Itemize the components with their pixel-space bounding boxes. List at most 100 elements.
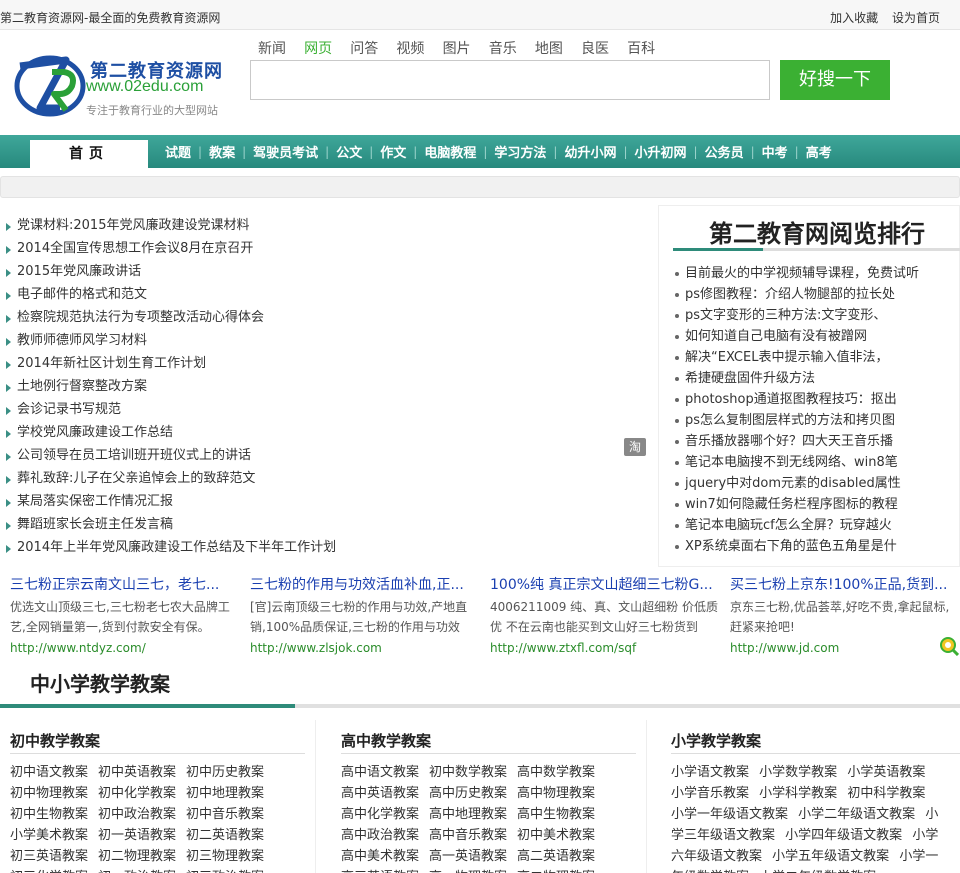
- article-link[interactable]: 公司领导在员工培训班开班仪式上的讲话: [0, 444, 380, 467]
- ad-url[interactable]: http://www.zlsjok.com: [250, 639, 480, 657]
- nav-item-primary-to-middle[interactable]: 小升初网: [628, 142, 694, 161]
- lesson-plan-link[interactable]: 初中物理教案: [10, 783, 88, 804]
- article-link[interactable]: 教师师德师风学习材料: [0, 329, 380, 352]
- search-tab-video[interactable]: 视频: [396, 38, 424, 58]
- nav-item-exams[interactable]: 试题: [158, 142, 198, 161]
- lesson-plan-link[interactable]: 初三化学教案: [10, 867, 88, 873]
- lesson-plan-link[interactable]: 初中历史教案: [186, 762, 264, 783]
- ad-url[interactable]: http://www.ztxfl.com/sqf: [490, 639, 720, 657]
- search-tab-images[interactable]: 图片: [443, 38, 471, 58]
- ranking-item[interactable]: 希捷硬盘固件升级方法: [673, 368, 955, 389]
- search-tab-news[interactable]: 新闻: [258, 38, 286, 58]
- lesson-plan-link[interactable]: 初一英语教案: [98, 825, 176, 846]
- ranking-item[interactable]: 笔记本电脑搜不到无线网络、win8笔: [673, 452, 955, 473]
- lesson-plan-link[interactable]: 高中物理教案: [517, 783, 595, 804]
- lesson-plan-link[interactable]: 高中语文教案: [341, 762, 419, 783]
- lesson-plan-link[interactable]: 高中生物教案: [517, 804, 595, 825]
- lesson-plan-link[interactable]: 小学五年级语文教案: [772, 849, 889, 864]
- lesson-plan-link[interactable]: 高中地理教案: [429, 804, 507, 825]
- ad-item[interactable]: 100%纯 真正宗文山超细三七粉G... 4006211009 纯、真、文山超细…: [490, 573, 720, 658]
- search-tab-web[interactable]: 网页: [304, 38, 332, 58]
- search-tab-wiki[interactable]: 百科: [627, 38, 655, 58]
- article-link[interactable]: 2014全国宣传思想工作会议8月在京召开: [0, 237, 380, 260]
- nav-item-lesson-plans[interactable]: 教案: [202, 142, 242, 161]
- lesson-plan-link[interactable]: 高三英语教案: [341, 867, 419, 873]
- lesson-plan-link[interactable]: 初中美术教案: [517, 825, 595, 846]
- ranking-item[interactable]: 解决“EXCEL表中提示输入值非法，: [673, 347, 955, 368]
- lesson-plan-link[interactable]: 初二英语教案: [186, 825, 264, 846]
- nav-item-study-methods[interactable]: 学习方法: [487, 142, 553, 161]
- site-logo[interactable]: 第二教育资源网 www.02edu.com 专注于教育行业的大型网站: [14, 52, 234, 122]
- ranking-item[interactable]: XP系统桌面右下角的蓝色五角星是什: [673, 536, 955, 557]
- lesson-plan-link[interactable]: 初中生物教案: [10, 804, 88, 825]
- lesson-plan-link[interactable]: 初中科学教案: [847, 786, 925, 801]
- lesson-plan-link[interactable]: 初中英语教案: [98, 762, 176, 783]
- column-title[interactable]: 初中教学教案: [10, 730, 305, 754]
- search-input[interactable]: [250, 60, 770, 100]
- nav-home[interactable]: 首页: [30, 140, 148, 168]
- search-tab-maps[interactable]: 地图: [535, 38, 563, 58]
- lesson-plan-link[interactable]: 小学四年级语文教案: [785, 828, 902, 843]
- lesson-plan-link[interactable]: 初三政治教案: [186, 867, 264, 873]
- taobao-icon[interactable]: 淘: [624, 438, 646, 456]
- ranking-item[interactable]: ps文字变形的三种方法:文字变形、: [673, 305, 955, 326]
- nav-item-kindergarten[interactable]: 幼升小网: [557, 142, 623, 161]
- lesson-plan-link[interactable]: 高中美术教案: [341, 846, 419, 867]
- ad-url[interactable]: http://www.jd.com: [730, 639, 960, 657]
- lesson-plan-link[interactable]: 高中数学教案: [517, 762, 595, 783]
- lesson-plan-link[interactable]: 初中化学教案: [98, 783, 176, 804]
- ranking-item[interactable]: photoshop通道抠图教程技巧：抠出: [673, 389, 955, 410]
- lesson-plan-link[interactable]: 高中英语教案: [341, 783, 419, 804]
- lesson-plan-link[interactable]: 初中音乐教案: [186, 804, 264, 825]
- article-link[interactable]: 2014年上半年党风廉政建设工作总结及下半年工作计划: [0, 536, 380, 559]
- lesson-plan-link[interactable]: 高二英语教案: [517, 846, 595, 867]
- lesson-plan-link[interactable]: 小学一年级语文教案: [671, 807, 788, 822]
- nav-item-driver-exam[interactable]: 驾驶员考试: [246, 142, 325, 161]
- lesson-plan-link[interactable]: 小学美术教案: [10, 825, 88, 846]
- search-tab-doctor[interactable]: 良医: [581, 38, 609, 58]
- search-badge-icon[interactable]: [939, 636, 959, 656]
- article-link[interactable]: 2014年新社区计划生育工作计划: [0, 352, 380, 375]
- ranking-item[interactable]: jquery中对dom元素的disabled属性: [673, 473, 955, 494]
- lesson-plan-link[interactable]: 初中政治教案: [98, 804, 176, 825]
- article-link[interactable]: 土地例行督察整改方案: [0, 375, 380, 398]
- ranking-item[interactable]: 音乐播放器哪个好？四大天王音乐播: [673, 431, 955, 452]
- column-title[interactable]: 高中教学教案: [341, 730, 636, 754]
- search-tab-music[interactable]: 音乐: [489, 38, 517, 58]
- lesson-plan-link[interactable]: 小学数学教案: [759, 765, 837, 780]
- lesson-plan-link[interactable]: 小学英语教案: [847, 765, 925, 780]
- lesson-plan-link[interactable]: 高中历史教案: [429, 783, 507, 804]
- ad-title[interactable]: 买三七粉上京东!100%正品,货到...: [730, 573, 960, 597]
- column-title[interactable]: 小学教学教案: [671, 730, 960, 754]
- nav-item-zhongkao[interactable]: 中考: [755, 142, 795, 161]
- nav-item-essays[interactable]: 作文: [373, 142, 413, 161]
- search-button[interactable]: 好搜一下: [780, 60, 890, 100]
- article-link[interactable]: 电子邮件的格式和范文: [0, 283, 380, 306]
- add-favorite-link[interactable]: 加入收藏: [830, 11, 878, 25]
- article-link[interactable]: 会诊记录书写规范: [0, 398, 380, 421]
- lesson-plan-link[interactable]: 小学科学教案: [759, 786, 837, 801]
- ad-url[interactable]: http://www.ntdyz.com/: [10, 639, 240, 657]
- article-link[interactable]: 学校党风廉政建设工作总结: [0, 421, 380, 444]
- lesson-plan-link[interactable]: 高二物理教案: [517, 867, 595, 873]
- lesson-plan-link[interactable]: 高中化学教案: [341, 804, 419, 825]
- lesson-plan-link[interactable]: 初一政治教案: [98, 867, 176, 873]
- ad-item[interactable]: 三七粉的作用与功效活血补血,正... [官]云南顶级三七粉的作用与功效,产地直销…: [250, 573, 480, 658]
- ranking-item[interactable]: 笔记本电脑玩cf怎么全屏？玩穿越火: [673, 515, 955, 536]
- ad-item[interactable]: 买三七粉上京东!100%正品,货到... 京东三七粉,优品荟萃,好吃不贵,拿起鼠…: [730, 573, 960, 658]
- nav-item-civil-service[interactable]: 公务员: [698, 142, 751, 161]
- lesson-plan-link[interactable]: 初中数学教案: [429, 762, 507, 783]
- ranking-item[interactable]: 如何知道自己电脑有没有被蹭网: [673, 326, 955, 347]
- lesson-plan-link[interactable]: 小学语文教案: [671, 765, 749, 780]
- article-link[interactable]: 2015年党风廉政讲话: [0, 260, 380, 283]
- ranking-item[interactable]: ps怎么复制图层样式的方法和拷贝图: [673, 410, 955, 431]
- ad-title[interactable]: 三七粉正宗云南文山三七，老七...: [10, 573, 240, 597]
- article-link[interactable]: 舞蹈班家长会班主任发言稿: [0, 513, 380, 536]
- nav-item-gaokao[interactable]: 高考: [799, 142, 839, 161]
- ad-title[interactable]: 100%纯 真正宗文山超细三七粉G...: [490, 573, 720, 597]
- article-link[interactable]: 检察院规范执法行为专项整改活动心得体会: [0, 306, 380, 329]
- search-tab-qa[interactable]: 问答: [350, 38, 378, 58]
- lesson-plan-link[interactable]: 小学音乐教案: [671, 786, 749, 801]
- lesson-plan-link[interactable]: 小学二年级语文教案: [798, 807, 915, 822]
- lesson-plan-link[interactable]: 高一物理教案: [429, 867, 507, 873]
